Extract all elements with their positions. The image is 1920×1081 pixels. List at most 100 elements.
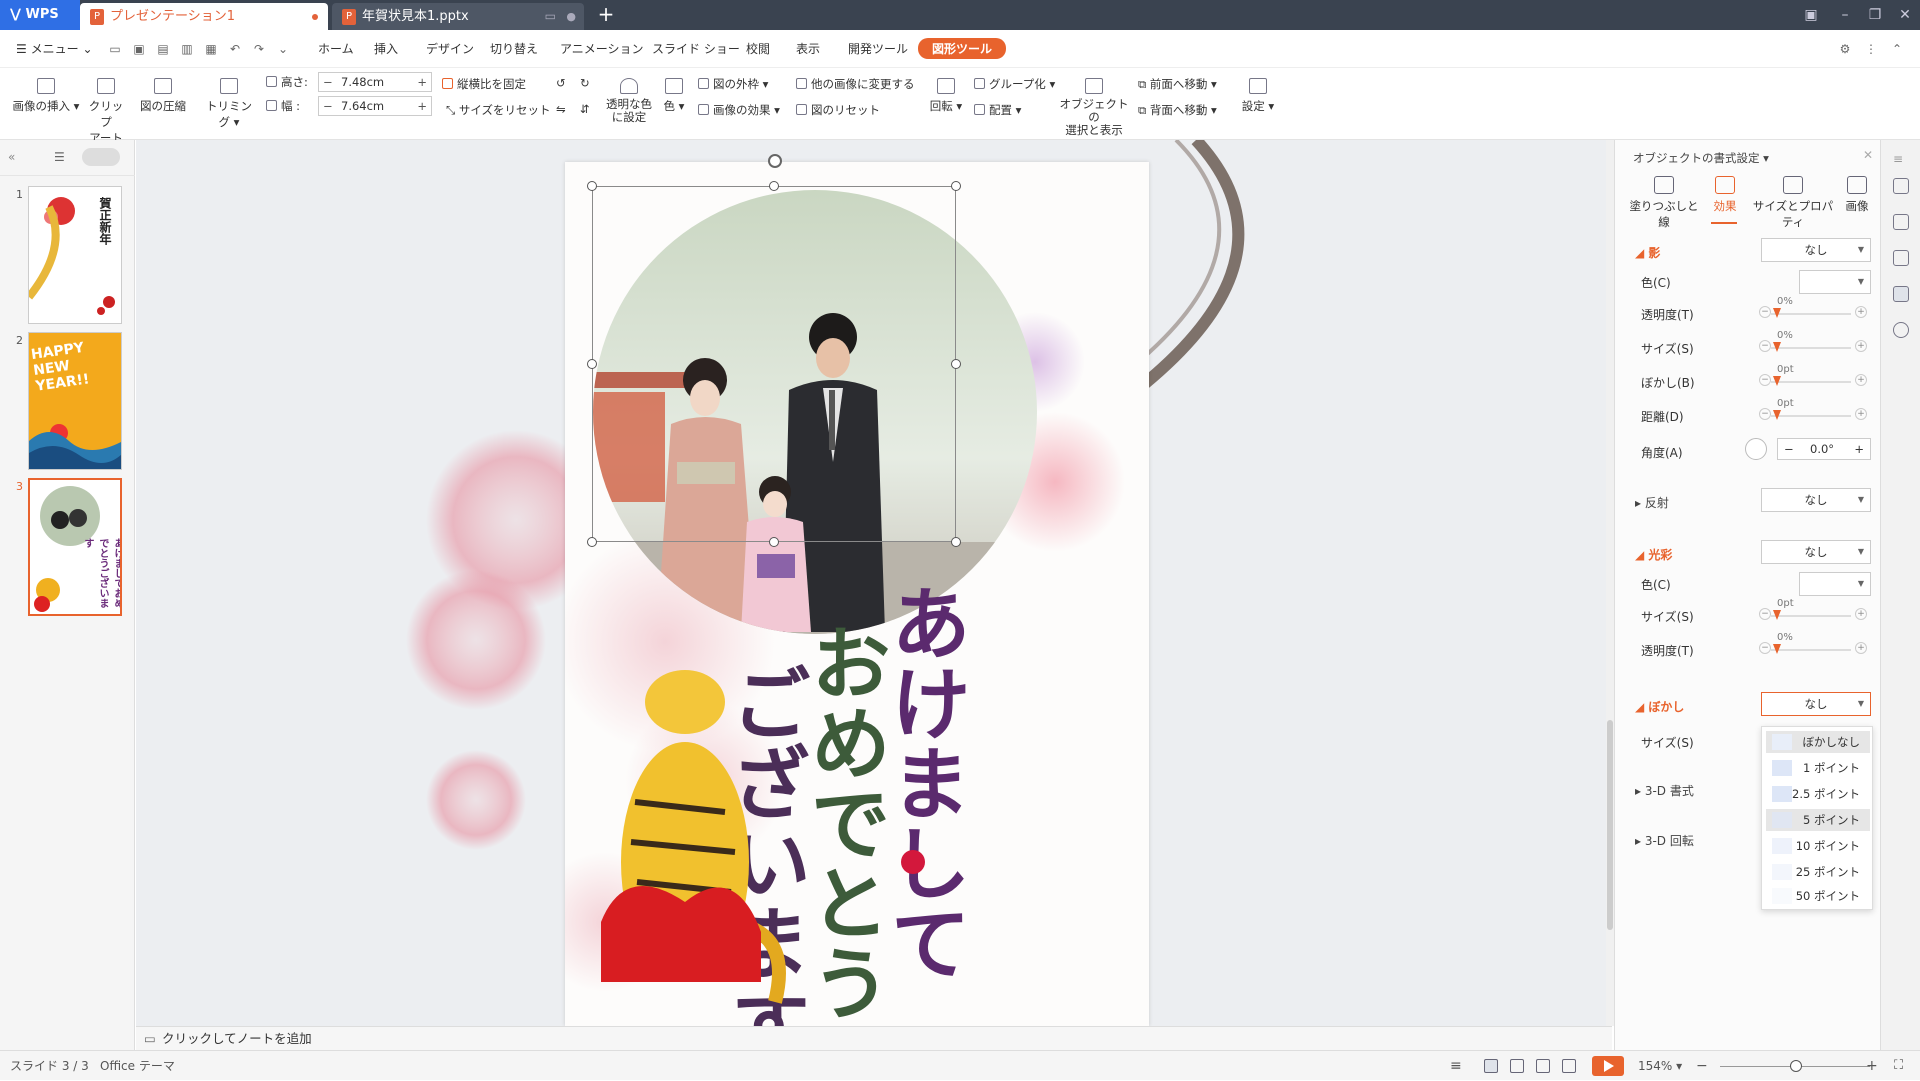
slide-thumbnail-3[interactable]: あけましておめでとうございます bbox=[28, 478, 122, 616]
resize-handle-s[interactable] bbox=[769, 537, 779, 547]
rotate-handle-icon[interactable] bbox=[768, 154, 782, 168]
lock-ratio-checkbox[interactable]: 縦横比を固定 bbox=[442, 76, 526, 92]
zoom-in-icon[interactable]: + bbox=[1866, 1051, 1878, 1081]
increase-width-icon[interactable]: + bbox=[417, 97, 427, 115]
notes-area[interactable]: ▭ クリックしてノートを追加 bbox=[136, 1026, 1612, 1050]
glow-section-header[interactable]: ◢ 光彩 bbox=[1635, 546, 1672, 563]
option-50pt[interactable]: 50 ポイント bbox=[1766, 885, 1870, 907]
option-2-5pt[interactable]: 2.5 ポイント bbox=[1766, 783, 1870, 805]
group-button[interactable]: グループ化 ▾ bbox=[974, 76, 1055, 92]
vertical-scrollbar[interactable] bbox=[1606, 140, 1614, 1026]
option-5pt[interactable]: 5 ポイント bbox=[1766, 809, 1870, 831]
glow-preset-dropdown[interactable]: なし ▼ bbox=[1761, 540, 1871, 564]
new-tab-button[interactable]: + bbox=[594, 0, 618, 30]
undo-icon[interactable]: ↶ bbox=[228, 42, 242, 56]
resize-handle-nw[interactable] bbox=[587, 181, 597, 191]
scrollbar-thumb[interactable] bbox=[1607, 720, 1613, 930]
rotate-left-icon[interactable]: ↺ bbox=[556, 76, 566, 90]
resize-handle-e[interactable] bbox=[951, 359, 961, 369]
panel-title[interactable]: オブジェクトの書式設定 ▾ bbox=[1633, 150, 1769, 166]
plus-icon[interactable]: + bbox=[1855, 306, 1867, 318]
slide-thumbnail-2[interactable]: HAPPY NEW YEAR!! bbox=[28, 332, 122, 470]
close-panel-icon[interactable]: ✕ bbox=[1863, 148, 1873, 162]
reflection-section-header[interactable]: ▸ 反射 bbox=[1635, 494, 1669, 511]
insert-image-button[interactable]: 画像の挿入 ▾ bbox=[10, 78, 82, 114]
menu-slideshow[interactable]: スライド ショー bbox=[652, 40, 740, 57]
open-icon[interactable]: ▭ bbox=[108, 42, 122, 56]
soft-edges-section-header[interactable]: ◢ ぼかし bbox=[1635, 698, 1684, 715]
menu-shape-tools[interactable]: 図形ツール bbox=[918, 38, 1007, 59]
picture-border-button[interactable]: 図の外枠 ▾ bbox=[698, 76, 768, 92]
shadow-transparency-slider[interactable]: −0% + bbox=[1759, 296, 1871, 324]
close-window-icon[interactable]: ✕ bbox=[1890, 0, 1920, 30]
option-25pt[interactable]: 25 ポイント bbox=[1766, 861, 1870, 883]
tab-picture[interactable]: 画像 bbox=[1839, 176, 1875, 214]
monitor-icon[interactable]: ▭ bbox=[545, 3, 556, 30]
glow-size-slider[interactable]: −0pt + bbox=[1759, 598, 1871, 626]
wps-home-tab[interactable]: ⋁ WPS bbox=[0, 0, 80, 30]
reading-view-icon[interactable] bbox=[1536, 1059, 1550, 1073]
menu-design[interactable]: デザイン bbox=[426, 40, 474, 57]
save-as-icon[interactable]: ▤ bbox=[156, 42, 170, 56]
tab-presentation1[interactable]: P プレゼンテーション1 bbox=[80, 3, 328, 30]
format-3d-section-header[interactable]: ▸ 3-D 書式 bbox=[1635, 782, 1694, 799]
resize-handle-w[interactable] bbox=[587, 359, 597, 369]
plus-icon[interactable]: + bbox=[1855, 642, 1867, 654]
tab-size-properties[interactable]: サイズとプロパティ bbox=[1751, 176, 1835, 230]
tab-fill-line[interactable]: 塗りつぶしと線 bbox=[1629, 176, 1699, 230]
history-icon[interactable] bbox=[1893, 322, 1909, 338]
plus-icon[interactable]: + bbox=[1855, 374, 1867, 386]
selection-pane-button[interactable]: オブジェクトの 選択と表示 bbox=[1058, 78, 1130, 137]
option-1pt[interactable]: 1 ポイント bbox=[1766, 757, 1870, 779]
menu-home[interactable]: ホーム bbox=[318, 40, 354, 57]
play-slideshow-button[interactable] bbox=[1592, 1056, 1624, 1076]
settings-gear-icon[interactable]: ⚙ bbox=[1838, 42, 1852, 56]
zoom-dropdown[interactable]: 154% ▾ bbox=[1638, 1051, 1682, 1081]
plus-icon[interactable]: + bbox=[1855, 408, 1867, 420]
settings-button[interactable]: 設定 ▾ bbox=[1240, 78, 1276, 114]
minus-icon[interactable]: − bbox=[1759, 374, 1771, 386]
shadow-blur-slider[interactable]: −0pt + bbox=[1759, 364, 1871, 392]
plus-icon[interactable]: + bbox=[1855, 608, 1867, 620]
outline-view-icon[interactable]: ☰ bbox=[54, 150, 65, 164]
menu-insert[interactable]: 挿入 bbox=[374, 40, 398, 57]
minus-icon[interactable]: − bbox=[1759, 408, 1771, 420]
print-preview-icon[interactable]: ▦ bbox=[204, 42, 218, 56]
decrease-height-icon[interactable]: − bbox=[323, 73, 333, 91]
rotation-3d-section-header[interactable]: ▸ 3-D 回転 bbox=[1635, 832, 1694, 849]
color-button[interactable]: 色 ▾ bbox=[660, 78, 688, 114]
bring-forward-button[interactable]: ⧉ 前面へ移動 ▾ bbox=[1138, 76, 1217, 92]
shadow-preset-dropdown[interactable]: なし ▼ bbox=[1761, 238, 1871, 262]
minus-icon[interactable]: − bbox=[1759, 306, 1771, 318]
normal-view-icon[interactable] bbox=[1484, 1059, 1498, 1073]
menu-developer[interactable]: 開発ツール bbox=[848, 40, 908, 57]
shadow-color-picker[interactable]: ▼ bbox=[1799, 270, 1871, 294]
minimize-icon[interactable]: – bbox=[1830, 0, 1860, 30]
tab-effects[interactable]: 効果 bbox=[1705, 176, 1745, 214]
increase-height-icon[interactable]: + bbox=[417, 73, 427, 91]
properties-icon[interactable] bbox=[1893, 286, 1909, 302]
picture-icon[interactable] bbox=[1893, 250, 1909, 266]
collapse-ribbon-icon[interactable]: ⌃ bbox=[1890, 42, 1904, 56]
print-icon[interactable]: ▥ bbox=[180, 42, 194, 56]
rotate-button[interactable]: 回転 ▾ bbox=[926, 78, 966, 114]
plus-icon[interactable]: + bbox=[1854, 439, 1864, 459]
glow-transparency-slider[interactable]: −0% + bbox=[1759, 632, 1871, 660]
angle-stepper[interactable]: −0.0° + bbox=[1777, 438, 1871, 460]
slide-thumbnail-1[interactable]: 賀正新年 bbox=[28, 186, 122, 324]
thumbnail-view-toggle[interactable] bbox=[82, 148, 120, 166]
shadow-size-slider[interactable]: −0% + bbox=[1759, 330, 1871, 358]
minus-icon[interactable]: − bbox=[1784, 439, 1794, 459]
menu-animation[interactable]: アニメーション bbox=[560, 40, 644, 57]
save-icon[interactable]: ▣ bbox=[132, 42, 146, 56]
picture-effects-button[interactable]: 画像の効果 ▾ bbox=[698, 102, 780, 118]
resize-handle-n[interactable] bbox=[769, 181, 779, 191]
option-10pt[interactable]: 10 ポイント bbox=[1766, 835, 1870, 857]
height-stepper[interactable]: −7.48cm + bbox=[318, 72, 432, 92]
reset-size-button[interactable]: ⤡ サイズをリセット bbox=[446, 102, 551, 118]
resize-handle-se[interactable] bbox=[951, 537, 961, 547]
minus-icon[interactable]: − bbox=[1759, 340, 1771, 352]
menu-button[interactable]: ☰ メニュー ⌄ bbox=[16, 40, 93, 57]
soft-edges-preset-dropdown[interactable]: なし ▼ bbox=[1761, 692, 1871, 716]
trim-button[interactable]: トリミング ▾ bbox=[202, 78, 256, 130]
